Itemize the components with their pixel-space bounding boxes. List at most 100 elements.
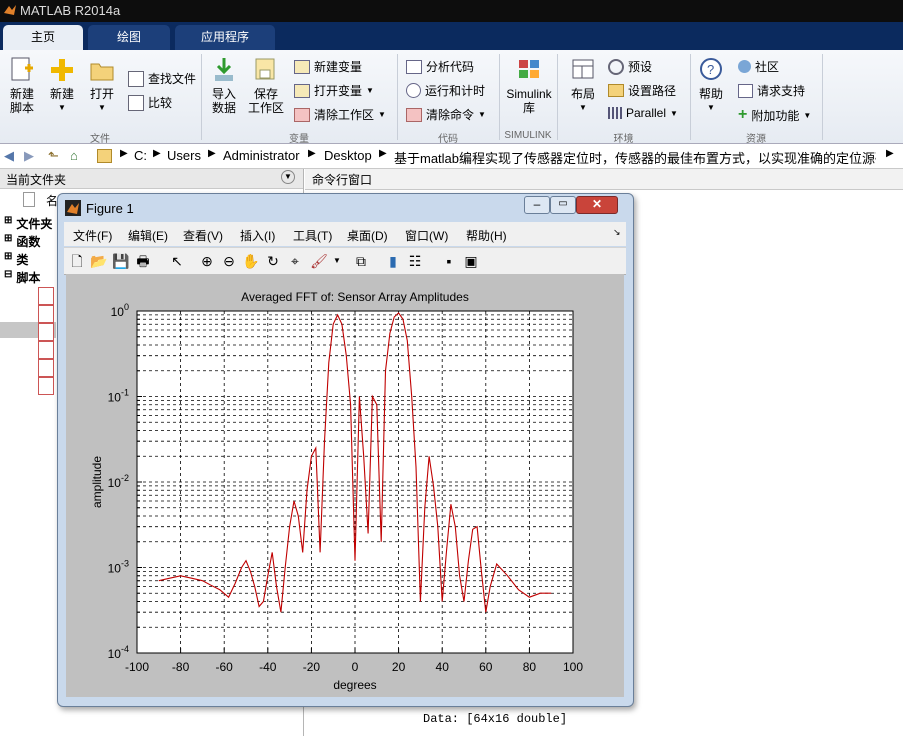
new-figure-icon[interactable]: 🗋 <box>68 252 86 270</box>
open-dropdown-icon[interactable]: ▼ <box>86 101 118 115</box>
brush-dropdown-icon[interactable]: ▼ <box>328 252 346 270</box>
menu-insert[interactable]: 插入(I) <box>240 227 275 244</box>
save-icon[interactable]: 💾 <box>112 252 130 270</box>
panel-actions-icon[interactable]: ▼ <box>281 170 295 184</box>
app-title: MATLAB R2014a <box>20 3 121 18</box>
new-dropdown-icon[interactable]: ▼ <box>46 101 78 115</box>
group-label-resources: 资源 <box>746 134 766 145</box>
show-plot-tools-icon[interactable]: ▣ <box>462 252 480 270</box>
open-variable-dropdown-icon[interactable]: ▼ <box>366 86 374 95</box>
new-script-button[interactable]: 新建 脚本 <box>6 56 38 115</box>
link-plot-icon[interactable]: ⧉ <box>352 252 370 270</box>
new-variable-button[interactable]: 新建变量 <box>294 58 362 75</box>
set-path-button[interactable]: 设置路径 <box>608 82 676 99</box>
expand-icon[interactable]: ⊞ <box>4 233 12 250</box>
colorbar-icon[interactable]: ▮ <box>384 252 402 270</box>
open-file-icon[interactable]: 📂 <box>90 252 108 270</box>
parallel-button[interactable]: Parallel ▼ <box>608 106 678 120</box>
figure-menubar: 文件(F) 编辑(E) 查看(V) 插入(I) 工具(T) 桌面(D) 窗口(W… <box>64 222 626 246</box>
fft-chart[interactable]: -100 -80 -60 -40 -20 0 20 40 60 80 100 100 10-1 10-2 1… <box>66 274 624 697</box>
browse-folder-icon[interactable]: ⌂ <box>70 148 78 163</box>
parallel-dropdown-icon[interactable]: ▼ <box>670 109 678 118</box>
mfile-icon[interactable] <box>38 305 54 323</box>
menu-view[interactable]: 查看(V) <box>183 227 223 244</box>
mfile-icon[interactable] <box>38 287 54 305</box>
breadcrumb-users[interactable]: Users <box>167 148 201 163</box>
collapse-icon[interactable]: ⊟ <box>4 269 12 286</box>
open-variable-button[interactable]: 打开变量 ▼ <box>294 82 374 99</box>
clear-commands-dropdown-icon[interactable]: ▼ <box>478 110 486 119</box>
x-axis-label: degrees <box>333 678 376 692</box>
layout-button[interactable]: 布局 ▼ <box>566 56 600 115</box>
clear-workspace-dropdown-icon[interactable]: ▼ <box>378 110 386 119</box>
tree-item-scripts[interactable]: ⊟ 脚本 <box>4 269 40 286</box>
back-arrow-icon[interactable]: ◀ <box>4 148 14 164</box>
up-folder-icon[interactable]: ⬑ <box>48 148 59 164</box>
pan-icon[interactable]: ✋ <box>242 252 260 270</box>
menu-window[interactable]: 窗口(W) <box>405 227 448 244</box>
figure-title: Figure 1 <box>86 201 134 216</box>
zoom-in-icon[interactable]: ⊕ <box>198 252 216 270</box>
clear-commands-icon <box>406 107 422 122</box>
close-button[interactable]: ✕ <box>576 196 618 214</box>
new-button[interactable]: 新建 ▼ <box>46 56 78 115</box>
tab-plots[interactable]: 绘图 <box>88 25 170 50</box>
open-variable-label: 打开变量 <box>314 84 363 98</box>
breadcrumb-desktop[interactable]: Desktop <box>324 148 372 163</box>
menu-desktop[interactable]: 桌面(D) <box>347 227 388 244</box>
mfile-icon[interactable] <box>38 323 54 341</box>
help-button[interactable]: ? 帮助 ▼ <box>696 56 726 115</box>
save-workspace-button[interactable]: 保存 工作区 <box>248 56 284 115</box>
forward-arrow-icon[interactable]: ▶ <box>24 148 34 164</box>
menu-edit[interactable]: 编辑(E) <box>128 227 168 244</box>
tab-home[interactable]: 主页 <box>3 25 83 50</box>
tree-item-folders[interactable]: ⊞ 文件夹 <box>4 215 52 232</box>
x-tick-label: -80 <box>172 660 190 674</box>
import-data-button[interactable]: 导入 数据 <box>208 56 240 115</box>
help-dropdown-icon[interactable]: ▼ <box>696 101 726 115</box>
clear-workspace-button[interactable]: 清除工作区 ▼ <box>294 106 386 123</box>
community-button[interactable]: 社区 <box>738 58 779 75</box>
hide-plot-tools-icon[interactable]: ▪ <box>440 252 458 270</box>
menu-file[interactable]: 文件(F) <box>73 227 112 244</box>
addons-dropdown-icon[interactable]: ▼ <box>803 111 811 120</box>
zoom-out-icon[interactable]: ⊖ <box>220 252 238 270</box>
maximize-button[interactable]: ▭ <box>550 196 576 214</box>
dock-arrow-icon[interactable]: ↘ <box>613 227 621 238</box>
print-icon[interactable]: 🖶 <box>134 252 152 270</box>
edit-plot-icon[interactable]: ↖ <box>168 252 186 270</box>
compare-button[interactable]: 比较 <box>128 94 172 111</box>
expand-icon[interactable]: ⊞ <box>4 251 12 268</box>
layout-label: 布局 <box>570 87 595 101</box>
expand-icon[interactable]: ⊞ <box>4 215 12 232</box>
group-label-file: 文件 <box>90 134 110 145</box>
addons-button[interactable]: + 附加功能 ▼ <box>738 106 811 124</box>
menu-help[interactable]: 帮助(H) <box>466 227 507 244</box>
rotate-3d-icon[interactable]: ↻ <box>264 252 282 270</box>
mfile-icon[interactable] <box>38 341 54 359</box>
mfile-icon[interactable] <box>38 359 54 377</box>
menu-tools[interactable]: 工具(T) <box>293 227 332 244</box>
request-support-button[interactable]: 请求支持 <box>738 82 805 99</box>
analyze-code-button[interactable]: 分析代码 <box>406 58 474 75</box>
tree-item-functions[interactable]: ⊞ 函数 <box>4 233 40 250</box>
breadcrumb-c[interactable]: C: <box>134 148 147 163</box>
open-button[interactable]: 打开 ▼ <box>86 56 118 115</box>
legend-icon[interactable]: ☷ <box>406 252 424 270</box>
find-files-button[interactable]: 查找文件 <box>128 70 196 87</box>
data-cursor-icon[interactable]: ⌖ <box>286 252 304 270</box>
simulink-library-button[interactable]: Simulink 库 <box>503 56 555 115</box>
run-and-time-button[interactable]: 运行和计时 <box>406 82 485 99</box>
community-label: 社区 <box>755 60 780 74</box>
clear-commands-button[interactable]: 清除命令 ▼ <box>406 106 486 123</box>
brush-icon[interactable]: 🖌 <box>310 252 328 270</box>
tree-item-classes[interactable]: ⊞ 类 <box>4 251 28 268</box>
breadcrumb-administrator[interactable]: Administrator <box>223 148 300 163</box>
figure-window[interactable]: Figure 1 – ▭ ✕ 文件(F) 编辑(E) 查看(V) 插入(I) 工… <box>57 193 634 707</box>
layout-dropdown-icon[interactable]: ▼ <box>566 101 600 115</box>
tab-apps[interactable]: 应用程序 <box>175 25 275 50</box>
preferences-button[interactable]: 预设 <box>608 58 652 75</box>
mfile-icon[interactable] <box>38 377 54 395</box>
minimize-button[interactable]: – <box>524 196 550 214</box>
breadcrumb-project[interactable]: 基于matlab编程实现了传感器定位时，传感器的最佳布置方式，以实现准确的定位源… <box>394 148 876 167</box>
